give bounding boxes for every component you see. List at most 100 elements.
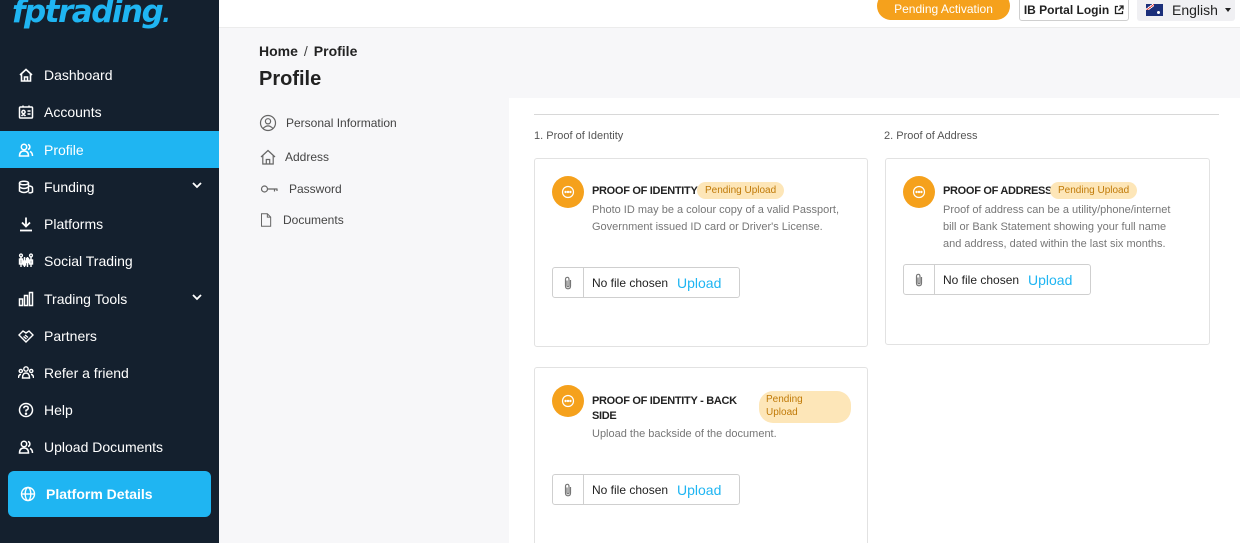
external-link-icon [1115,5,1124,15]
file-upload-field[interactable]: No file chosen Upload [903,264,1091,295]
file-status: No file chosen [943,272,1020,287]
documents-panel: 1. Proof of Identity 2. Proof of Address… [509,98,1240,543]
ib-portal-login-button[interactable]: IB Portal Login [1019,0,1129,21]
key-icon [260,185,278,193]
badge-line: Upload [766,407,798,418]
paperclip-icon[interactable] [553,268,584,297]
profile-menu-documents[interactable]: Documents [259,206,344,234]
status-badge: Pending Upload [1050,182,1138,199]
sidebar-item-profile[interactable]: Profile [0,131,219,168]
home-icon [260,149,276,165]
profile-menu-address[interactable]: Address [259,143,329,171]
sidebar-item-label: Funding [44,178,95,195]
sidebar-item-label: Refer a friend [44,364,129,381]
chevron-down-icon[interactable] [191,179,203,191]
sidebar-item-label: Upload Documents [44,438,164,455]
profile-menu-label: Password [289,182,342,196]
description-line: Government issued ID card or Driver's Li… [592,221,823,233]
accounts-icon [18,104,34,120]
badge-line: Pending [766,394,803,405]
upload-button[interactable]: Upload [677,275,721,291]
sidebar-item-funding[interactable]: Funding [0,168,219,205]
pending-activation-button[interactable]: Pending Activation [877,0,1010,20]
sidebar-item-trading-tools[interactable]: Trading Tools [0,280,219,317]
download-icon [18,216,34,232]
pending-upload-status-icon [552,385,584,417]
breadcrumb: Home / Profile [259,43,357,59]
file-upload-field[interactable]: No file chosen Upload [552,474,740,505]
card-description: Photo ID may be a colour copy of a valid… [592,202,839,236]
document-icon [261,213,272,227]
card-title-line: SIDE [592,410,617,422]
profile-menu-personal-information[interactable]: Personal Information [259,109,397,137]
description-line: bill or Bank Statement showing your full… [943,221,1167,233]
profile-menu-label: Address [285,150,330,164]
sidebar-item-label: Profile [44,141,84,158]
card-title: PROOF OF IDENTITY [592,185,698,197]
sidebar-item-social-trading[interactable]: Social Trading [0,242,219,279]
sidebar-item-label: Platforms [44,215,104,232]
breadcrumb-current: Profile [313,43,358,59]
pending-upload-status-icon [903,176,935,208]
funding-icon [18,179,34,195]
sidebar-item-label: Trading Tools [44,290,128,307]
description-line: and address, dated within the last six m… [943,238,1166,250]
sidebar-item-label: Partners [44,327,97,344]
card-description: Proof of address can be a utility/phone/… [943,202,1170,253]
upload-button[interactable]: Upload [1028,272,1072,288]
home-icon [18,67,34,83]
sidebar-item-help[interactable]: Help [0,391,219,428]
chevron-down-icon[interactable] [191,291,203,303]
fptrading-logo[interactable]: fptrading. [12,0,171,30]
status-badge: Pending Upload [697,182,785,199]
pending-upload-status-icon [552,176,584,208]
file-status: No file chosen [592,275,669,290]
social-icon [18,252,34,269]
sidebar-item-platforms[interactable]: Platforms [0,205,219,242]
chart-icon [18,291,34,307]
user-circle-icon [259,114,277,132]
breadcrumb-home[interactable]: Home [259,43,298,59]
sidebar-item-label: Dashboard [44,66,113,83]
platform-details-label: Platform Details [46,486,153,502]
status-badge: Pending Upload [759,391,851,423]
language-selector[interactable]: English [1137,0,1235,21]
card-title: PROOF OF ADDRESS [943,185,1053,197]
card-description: Upload the backside of the document. [592,426,777,443]
card-title-line: PROOF OF IDENTITY - BACK [592,395,737,407]
description-line: Photo ID may be a colour copy of a valid… [592,204,840,216]
profile-menu-label: Personal Information [286,116,397,130]
sidebar-item-label: Accounts [44,103,102,120]
sidebar-item-refer-a-friend[interactable]: Refer a friend [0,354,219,391]
proof-of-identity-section-label: 1. Proof of Identity [534,130,624,142]
sidebar-item-accounts[interactable]: Accounts [0,93,219,130]
breadcrumb-separator: / [303,43,308,59]
proof-of-address-card: PROOF OF ADDRESS Pending Upload Proof of… [885,158,1210,345]
file-status: No file chosen [592,482,669,497]
sidebar-item-label: Help [44,401,73,418]
sidebar-item-label: Social Trading [44,252,133,269]
help-icon [18,402,34,418]
paperclip-icon[interactable] [553,475,584,504]
handshake-icon [18,328,34,344]
sidebar-item-upload-documents[interactable]: Upload Documents [0,428,219,465]
sidebar-item-partners[interactable]: Partners [0,317,219,354]
upload-button[interactable]: Upload [677,482,721,498]
page-title: Profile [259,68,322,90]
description-line: Upload the backside of the document. [592,428,777,440]
profile-menu-password[interactable]: Password [259,175,342,203]
globe-icon [20,486,36,502]
card-title: PROOF OF IDENTITY - BACK SIDE [592,394,737,424]
paperclip-icon[interactable] [904,265,935,294]
divider [534,114,1219,115]
users-icon [18,439,34,455]
platform-details-button[interactable]: Platform Details [8,471,211,517]
sidebar-item-dashboard[interactable]: Dashboard [0,56,219,93]
file-upload-field[interactable]: No file chosen Upload [552,267,740,298]
ib-portal-login-label: IB Portal Login [1023,3,1110,17]
sidebar: fptrading. Dashboard Accounts Profile Fu… [0,0,219,543]
profile-menu-label: Documents [283,213,344,227]
proof-of-identity-back-side-card: PROOF OF IDENTITY - BACK SIDE Pending Up… [534,367,868,543]
proof-of-identity-card: PROOF OF IDENTITY Pending Upload Photo I… [534,158,868,347]
caret-down-icon [1224,8,1231,12]
